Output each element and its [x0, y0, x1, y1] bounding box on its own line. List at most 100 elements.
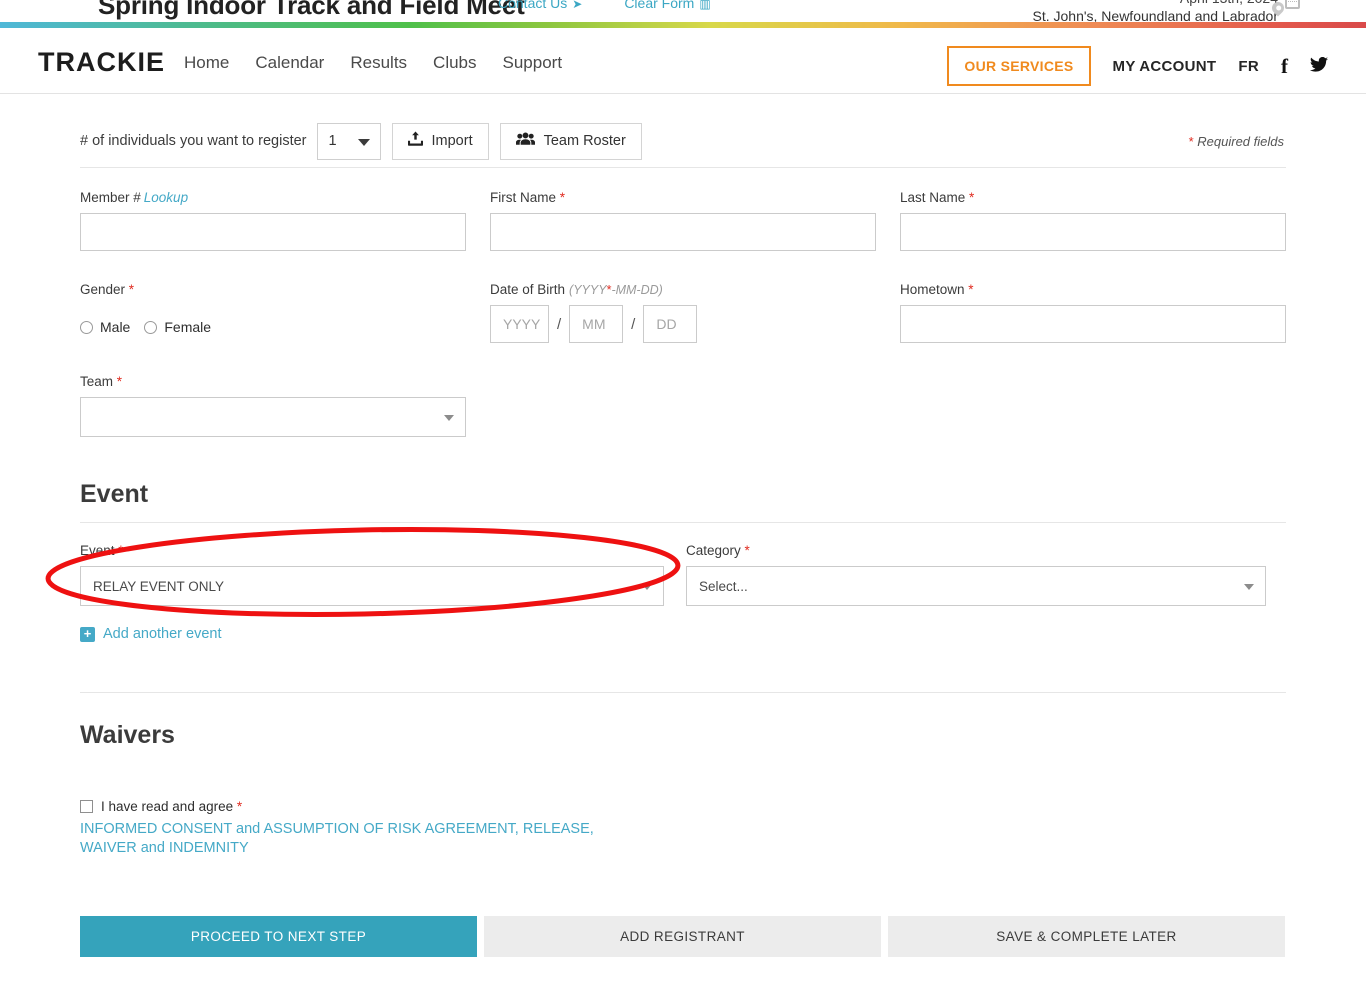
gender-male-label: Male [100, 319, 130, 335]
event-row: Event * RELAY EVENT ONLY Category * Sele… [80, 543, 1286, 606]
radio-circle-icon [80, 321, 93, 334]
proceed-to-next-step-button[interactable]: PROCEED TO NEXT STEP [80, 916, 477, 957]
field-team: Team * [80, 374, 466, 437]
dob-separator: / [549, 316, 569, 333]
required-star: * [118, 543, 123, 558]
team-roster-button[interactable]: Team Roster [500, 123, 642, 160]
last-name-input[interactable] [900, 213, 1286, 251]
field-member-number: Member #Lookup [80, 190, 466, 251]
add-another-event-link[interactable]: + Add another event [80, 626, 222, 642]
required-star: * [969, 190, 974, 205]
team-roster-label: Team Roster [544, 133, 626, 149]
category-select-value: Select... [699, 579, 748, 594]
registration-page: # of individuals you want to register 1 … [0, 95, 1366, 998]
dob-separator: / [623, 316, 643, 333]
import-label: Import [432, 133, 473, 149]
required-fields-note: * Required fields [1189, 134, 1286, 149]
required-star: * [129, 282, 134, 297]
event-select-value: RELAY EVENT ONLY [93, 579, 224, 594]
event-title: Spring Indoor Track and Field Meet [98, 0, 525, 21]
waivers-section-heading: Waivers [80, 721, 1286, 750]
trackie-logo[interactable]: TRACKIE [38, 47, 165, 78]
dob-input-group: YYYY / MM / DD [490, 305, 876, 343]
trash-icon: ▥ [699, 0, 710, 11]
waiver-agree-label-text: I have read and agree [101, 799, 233, 814]
add-registrant-button[interactable]: ADD REGISTRANT [484, 916, 881, 957]
member-lookup-link[interactable]: Lookup [144, 190, 188, 205]
dob-month-input[interactable]: MM [569, 305, 623, 343]
required-star: * [1189, 134, 1194, 149]
event-label-text: Event [80, 543, 115, 558]
field-hometown: Hometown * [900, 282, 1286, 343]
banner-links: Contact Us➤ Clear Form▥ [498, 0, 711, 11]
field-last-name: Last Name * [900, 190, 1286, 251]
registration-toolbar: # of individuals you want to register 1 … [80, 95, 1286, 167]
event-section-divider [80, 522, 1286, 523]
spacer-col [490, 374, 876, 437]
dob-day-input[interactable]: DD [643, 305, 697, 343]
first-name-label: First Name * [490, 190, 876, 205]
chevron-down-icon [642, 584, 652, 590]
first-name-label-text: First Name [490, 190, 556, 205]
language-toggle-fr[interactable]: FR [1238, 58, 1259, 75]
waiver-agree-checkbox[interactable] [80, 800, 93, 813]
waiver-document-link[interactable]: INFORMED CONSENT and ASSUMPTION OF RISK … [80, 820, 640, 858]
field-date-of-birth: Date of Birth(YYYY*-MM-DD) YYYY / MM / D… [490, 282, 876, 343]
dob-label: Date of Birth(YYYY*-MM-DD) [490, 282, 876, 297]
waiver-agree-row[interactable]: I have read and agree * [80, 799, 1286, 814]
dob-hint-pre: (YYYY [569, 283, 607, 297]
radio-circle-icon [144, 321, 157, 334]
required-fields-label: Required fields [1197, 134, 1284, 149]
chevron-down-icon [1244, 584, 1254, 590]
member-number-input[interactable] [80, 213, 466, 251]
event-date: April 13th, 2024 [1032, 0, 1278, 7]
category-label-text: Category [686, 543, 741, 558]
registrant-quantity-select[interactable]: 1 [317, 123, 381, 160]
last-name-label-text: Last Name [900, 190, 965, 205]
dob-year-input[interactable]: YYYY [490, 305, 549, 343]
nav-item-home[interactable]: Home [184, 53, 229, 73]
nav-item-results[interactable]: Results [350, 53, 407, 73]
plus-icon: + [80, 627, 95, 642]
team-select[interactable] [80, 397, 466, 437]
import-button[interactable]: Import [392, 123, 489, 160]
our-services-button[interactable]: OUR SERVICES [947, 46, 1090, 86]
event-location: St. John's, Newfoundland and Labrador [1032, 7, 1278, 22]
nav-item-calendar[interactable]: Calendar [255, 53, 324, 73]
banner-meta: April 13th, 2024 St. John's, Newfoundlan… [1032, 0, 1278, 22]
nav-item-clubs[interactable]: Clubs [433, 53, 476, 73]
form-row-team: Team * [80, 374, 1286, 437]
first-name-input[interactable] [490, 213, 876, 251]
main-nav: Home Calendar Results Clubs Support [184, 53, 562, 73]
category-select[interactable]: Select... [686, 566, 1266, 606]
calendar-icon [1285, 0, 1300, 9]
chevron-down-icon [358, 139, 370, 146]
hometown-label-text: Hometown [900, 282, 965, 297]
my-account-link[interactable]: MY ACCOUNT [1113, 58, 1217, 75]
field-first-name: First Name * [490, 190, 876, 251]
paper-plane-icon: ➤ [572, 0, 582, 11]
required-star: * [745, 543, 750, 558]
chevron-down-icon [444, 415, 454, 421]
users-icon [516, 132, 535, 151]
save-and-complete-later-button[interactable]: SAVE & COMPLETE LATER [888, 916, 1285, 957]
gender-label-text: Gender [80, 282, 125, 297]
waiver-agree-label: I have read and agree * [101, 799, 242, 814]
nav-right-group: OUR SERVICES MY ACCOUNT FR f [947, 46, 1328, 86]
member-number-label-text: Member # [80, 190, 141, 205]
facebook-icon[interactable]: f [1281, 56, 1288, 77]
team-label: Team * [80, 374, 466, 389]
gender-radio-male[interactable]: Male [80, 319, 130, 335]
field-category: Category * Select... [686, 543, 1286, 606]
event-banner: Spring Indoor Track and Field Meet Conta… [0, 0, 1366, 22]
hometown-input[interactable] [900, 305, 1286, 343]
twitter-icon[interactable] [1310, 57, 1328, 75]
gender-radio-female[interactable]: Female [144, 319, 211, 335]
contact-us-link[interactable]: Contact Us➤ [498, 0, 582, 11]
event-section: Event Event * RELAY EVENT ONLY Category … [80, 480, 1286, 643]
required-star: * [117, 374, 122, 389]
nav-item-support[interactable]: Support [503, 53, 563, 73]
event-select[interactable]: RELAY EVENT ONLY [80, 566, 664, 606]
form-row-demographics: Gender * Male Female Date of Birth(YYYY*… [80, 282, 1286, 343]
clear-form-link[interactable]: Clear Form▥ [624, 0, 710, 11]
